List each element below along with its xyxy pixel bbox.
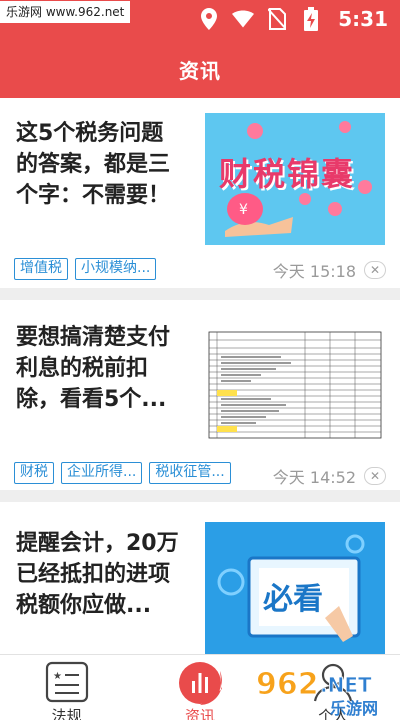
thumbnail-caption: 必看: [263, 582, 323, 617]
tag[interactable]: 税收征管...: [149, 462, 231, 484]
news-feed[interactable]: 这5个税务问题 的答案，都是三 个字：不需要！ ¥ 财税锦囊 增值税 小规模纳.…: [0, 98, 400, 654]
tag[interactable]: 增值税: [14, 258, 68, 280]
article-title[interactable]: 这5个税务问题 的答案，都是三 个字：不需要！: [16, 118, 192, 211]
publish-time: 今天 14:52: [272, 468, 356, 487]
article-card[interactable]: 提醒会计，20万 已经抵扣的进项 税额你应做... 必看: [0, 502, 400, 654]
battery-charging-icon: [300, 6, 322, 32]
no-sim-icon: [266, 6, 288, 32]
document-icon: ★: [45, 661, 89, 707]
svg-text:乐游网: 乐游网: [330, 699, 378, 718]
status-icons: 5:31: [198, 6, 388, 32]
watermark-text: 乐游网 www.962.net: [0, 1, 131, 23]
svg-text:¥: ¥: [239, 202, 248, 218]
page-title: 资讯: [179, 58, 221, 83]
watermark-logo: 962 .NET 乐游网: [250, 654, 396, 720]
dismiss-icon[interactable]: ✕: [364, 467, 386, 485]
tag[interactable]: 财税: [14, 462, 54, 484]
thumbnail-caption: 财税锦囊: [219, 155, 356, 193]
nav-item-regulations[interactable]: ★ 法规: [0, 655, 133, 720]
article-meta: 今天 14:52 ✕: [273, 464, 386, 488]
watermark: 乐游网 www.962.net: [0, 0, 131, 24]
status-time: 5:31: [338, 7, 388, 31]
divider: [0, 288, 400, 300]
article-card[interactable]: 这5个税务问题 的答案，都是三 个字：不需要！ ¥ 财税锦囊 增值税 小规模纳.…: [0, 98, 400, 288]
tag[interactable]: 小规模纳...: [75, 258, 157, 280]
svg-text:★: ★: [53, 671, 62, 682]
status-bar: 乐游网 www.962.net 5:31: [0, 0, 400, 40]
divider: [0, 490, 400, 502]
nav-label: 法规: [51, 707, 82, 720]
bottom-navigation: ★ 法规 资讯 个人: [0, 654, 400, 720]
nav-item-news[interactable]: 资讯: [133, 655, 266, 720]
svg-text:.NET: .NET: [320, 673, 372, 697]
tag-list: 增值税 小规模纳...: [14, 258, 157, 280]
article-thumbnail[interactable]: [205, 318, 385, 450]
tag-list: 财税 企业所得... 税收征管...: [14, 462, 231, 484]
article-meta: 今天 15:18 ✕: [273, 258, 386, 282]
app-header: 资讯: [0, 40, 400, 98]
wifi-icon: [232, 6, 255, 32]
article-thumbnail[interactable]: 必看: [205, 522, 385, 654]
chart-bars-icon: [176, 659, 224, 709]
article-title[interactable]: 提醒会计，20万 已经抵扣的进项 税额你应做...: [16, 528, 192, 621]
svg-text:962: 962: [256, 667, 319, 702]
publish-time: 今天 15:18: [272, 262, 356, 281]
article-thumbnail[interactable]: ¥ 财税锦囊: [205, 113, 385, 245]
tag[interactable]: 企业所得...: [61, 462, 143, 484]
table-image-icon: [208, 331, 382, 439]
dismiss-icon[interactable]: ✕: [364, 261, 386, 279]
article-title[interactable]: 要想搞清楚支付 利息的税前扣 除，看看5个...: [16, 322, 192, 415]
nav-label: 资讯: [184, 707, 215, 720]
location-icon: [198, 6, 220, 32]
article-card[interactable]: 要想搞清楚支付 利息的税前扣 除，看看5个... 财税 企业所得... 税收征管…: [0, 300, 400, 490]
